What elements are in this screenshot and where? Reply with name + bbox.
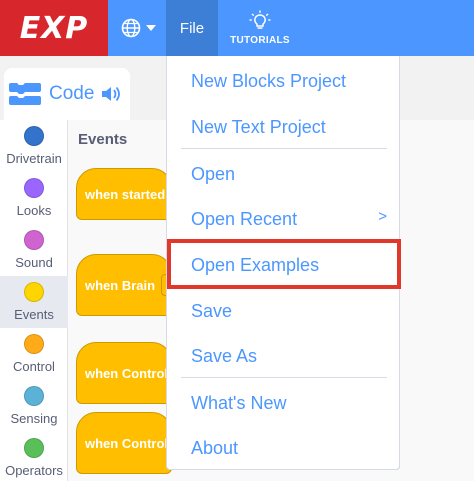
menu-item-label: Open (191, 163, 236, 184)
block-label: when started (85, 186, 166, 202)
menu-item-about[interactable]: About (167, 425, 399, 471)
block-label: when Control (85, 435, 169, 451)
menu-item-label: What's New (191, 392, 287, 413)
tab-code-label: Code (49, 83, 95, 104)
menu-item-open-recent[interactable]: Open Recent > (167, 196, 399, 242)
category-dot (24, 282, 44, 302)
menu-divider (181, 148, 387, 149)
globe-icon (121, 18, 140, 38)
language-menu-button[interactable] (114, 10, 162, 46)
menu-item-new-blocks-project[interactable]: New Blocks Project (167, 58, 399, 104)
menu-item-label: Save (191, 300, 233, 321)
menu-item-label: New Text Project (191, 116, 326, 137)
category-dot (24, 126, 44, 146)
menu-item-whats-new[interactable]: What's New (167, 380, 399, 426)
category-dot (24, 386, 44, 406)
category-label: Events (14, 307, 54, 322)
category-label: Looks (16, 203, 52, 218)
when-started-block[interactable]: when started (76, 168, 172, 220)
category-label: Drivetrain (6, 151, 62, 166)
file-menu-label: File (179, 19, 205, 37)
block-label: when Brain (85, 277, 156, 293)
code-blocks-icon (9, 83, 41, 105)
menu-item-save[interactable]: Save (167, 288, 399, 334)
category-drivetrain[interactable]: Drivetrain (0, 120, 68, 172)
submenu-arrow-icon: > (378, 208, 387, 225)
category-dot (24, 178, 44, 198)
menu-item-label: Save As (191, 345, 258, 366)
category-looks[interactable]: Looks (0, 172, 68, 224)
category-control[interactable]: Control (0, 328, 68, 380)
exp-logo[interactable]: EXP (0, 0, 108, 56)
category-dot (24, 230, 44, 250)
menu-divider (181, 377, 387, 378)
tutorials-label: TUTORIALS (230, 35, 290, 46)
when-brain-block[interactable]: when Brain (76, 254, 172, 316)
tab-code[interactable]: Code (4, 68, 130, 120)
menu-item-label: About (191, 437, 239, 458)
when-controller-block[interactable]: when Control (76, 342, 172, 404)
menu-item-open[interactable]: Open (167, 151, 399, 197)
category-label: Operators (5, 463, 63, 478)
logo-text: EXP (19, 10, 89, 46)
category-menu: Drivetrain Looks Sound Events Control Se… (0, 120, 68, 481)
tutorials-button[interactable]: TUTORIALS (222, 0, 298, 56)
top-menu-bar: EXP File TUTORIALS (0, 0, 474, 56)
category-label: Sensing (10, 411, 58, 426)
category-operators[interactable]: Operators (0, 432, 68, 481)
caret-down-icon (145, 25, 156, 31)
category-sound[interactable]: Sound (0, 224, 68, 276)
when-controller-block[interactable]: when Control (76, 412, 172, 474)
category-events[interactable]: Events (0, 276, 68, 328)
highlight-box (167, 239, 401, 289)
category-sensing[interactable]: Sensing (0, 380, 68, 432)
category-dot (24, 438, 44, 458)
category-label: Control (13, 359, 55, 374)
lightbulb-icon (249, 10, 271, 29)
category-dot (24, 334, 44, 354)
palette-section-title: Events (78, 131, 128, 148)
speaker-icon (102, 86, 121, 102)
file-menu-button[interactable]: File (166, 0, 218, 56)
block-label: when Control (85, 365, 169, 381)
menu-item-label: New Blocks Project (191, 70, 347, 91)
menu-item-new-text-project[interactable]: New Text Project (167, 104, 399, 150)
menu-item-label: Open Recent (191, 208, 298, 229)
menu-item-save-as[interactable]: Save As (167, 333, 399, 379)
category-label: Sound (15, 255, 53, 270)
